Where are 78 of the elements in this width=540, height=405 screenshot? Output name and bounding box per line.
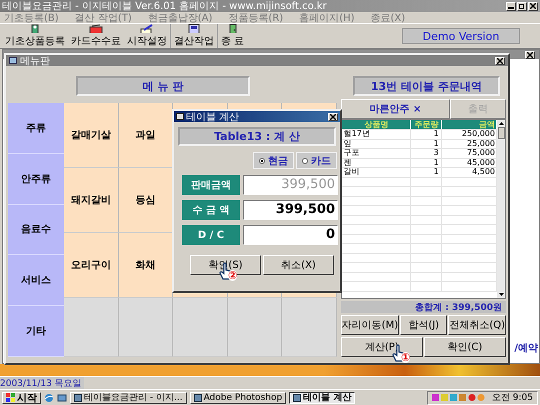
category-button[interactable]: 안주류 [8, 154, 64, 205]
start-button[interactable]: 시작 [2, 392, 41, 404]
menu-item-button[interactable]: 돼지갈비 [64, 168, 119, 233]
category-button[interactable]: 기타 [8, 306, 64, 357]
taskbar-button[interactable]: Adobe Photoshop [190, 392, 286, 404]
dialog-title: 테이블 계산 [186, 110, 240, 124]
app-icon [293, 394, 302, 402]
toolbar-button[interactable]: 종 료 [218, 24, 248, 48]
amount-field[interactable]: 0 [243, 225, 338, 245]
window-icon [9, 57, 17, 64]
dialog-button[interactable]: 취소(X) [263, 255, 334, 275]
action-button[interactable]: 전체취소(Q) [448, 315, 506, 335]
close-button[interactable] [328, 112, 338, 120]
close-button[interactable] [525, 51, 535, 59]
restore-icon [519, 3, 525, 9]
calculator-icon [187, 24, 201, 33]
taskbar-button[interactable]: 테이블 계산 [289, 392, 356, 404]
payment-option[interactable]: 현금 [253, 152, 294, 169]
window-icon [176, 113, 184, 120]
reservation-label: /예약 [514, 342, 538, 355]
browser-icon[interactable] [44, 392, 54, 402]
demo-badge: Demo Version [402, 28, 520, 44]
radio-button[interactable] [259, 158, 265, 164]
taskbar-button[interactable]: 테이블요금관리 - 이지... [70, 392, 187, 404]
toolbar-button[interactable]: 결산작업 [171, 24, 218, 48]
tab[interactable]: 마른안주 × [340, 99, 450, 119]
menu-item-button[interactable]: 화채 [118, 233, 174, 298]
field-label: D / C [182, 225, 240, 245]
app-icon [194, 394, 202, 402]
close-icon [330, 114, 336, 120]
close-icon [497, 58, 503, 64]
restore-button[interactable] [517, 2, 527, 10]
radio-button[interactable] [302, 158, 308, 164]
field-label: 수 금 액 [182, 200, 240, 220]
payment-option[interactable]: 카드 [296, 152, 337, 169]
windows-logo-icon [6, 393, 15, 402]
menu-item-button[interactable]: 갈매기살 [64, 103, 119, 168]
action-button[interactable]: 자리이동(M) [340, 315, 400, 335]
window-title: 메뉴판 [20, 54, 51, 68]
menu-item-button[interactable]: 오리구이 [64, 233, 119, 298]
menu-item-button[interactable]: 등심 [118, 168, 174, 233]
action-button[interactable]: 확인(C) [424, 337, 506, 357]
up-arrow-icon [498, 120, 504, 127]
table-cell: 3 [410, 149, 442, 158]
menu-item-button[interactable]: 과일 [118, 103, 174, 168]
category-button[interactable]: 음료수 [8, 204, 64, 256]
table-cell: 1 [410, 130, 442, 138]
window-title: 테이블요금관리 - 이지테이블 Ver.6.01 홈페이지 - www.mijinsoft.co.kr [2, 0, 328, 13]
close-button[interactable] [528, 2, 538, 10]
down-arrow-icon [498, 291, 504, 298]
toolbar-button[interactable]: 카드수수료 [68, 24, 124, 48]
category-button[interactable]: 서비스 [8, 255, 64, 306]
card-icon [89, 24, 103, 33]
app-icon [74, 394, 82, 402]
dialog-header: Table13 : 계 산 [178, 127, 336, 146]
amount-field[interactable]: 399,500 [243, 200, 338, 220]
scrollbar[interactable] [497, 120, 505, 298]
category-button[interactable]: 주류 [8, 103, 64, 154]
clock: 오전 9:05 [492, 392, 533, 404]
column-header: 주문량 [410, 120, 442, 129]
menu-board-header: 메 뉴 판 [76, 76, 250, 96]
close-icon [527, 52, 533, 58]
toolbar-button[interactable]: 시작설정 [124, 24, 171, 48]
table-cell: 1 [410, 140, 442, 148]
minimize-button[interactable] [506, 2, 516, 10]
order-header: 13번 테이블 주문내역 [352, 76, 500, 96]
table-cell: 1 [410, 168, 442, 176]
desktop-icon[interactable] [57, 392, 67, 402]
table-cell: 1 [410, 158, 442, 167]
field-label: 판매금액 [182, 175, 240, 195]
status-date: 2003/11/13 목요일 [0, 376, 84, 390]
total-amount: 총합계 : 399,500원 [415, 302, 502, 314]
scrollbar-thumb[interactable] [498, 127, 504, 139]
close-button[interactable] [495, 56, 505, 64]
toolbar-button[interactable]: 기초상품등록 [2, 24, 68, 48]
action-button[interactable]: 합석(J) [400, 315, 448, 335]
close-icon [530, 3, 536, 9]
pencil-icon [140, 24, 154, 33]
